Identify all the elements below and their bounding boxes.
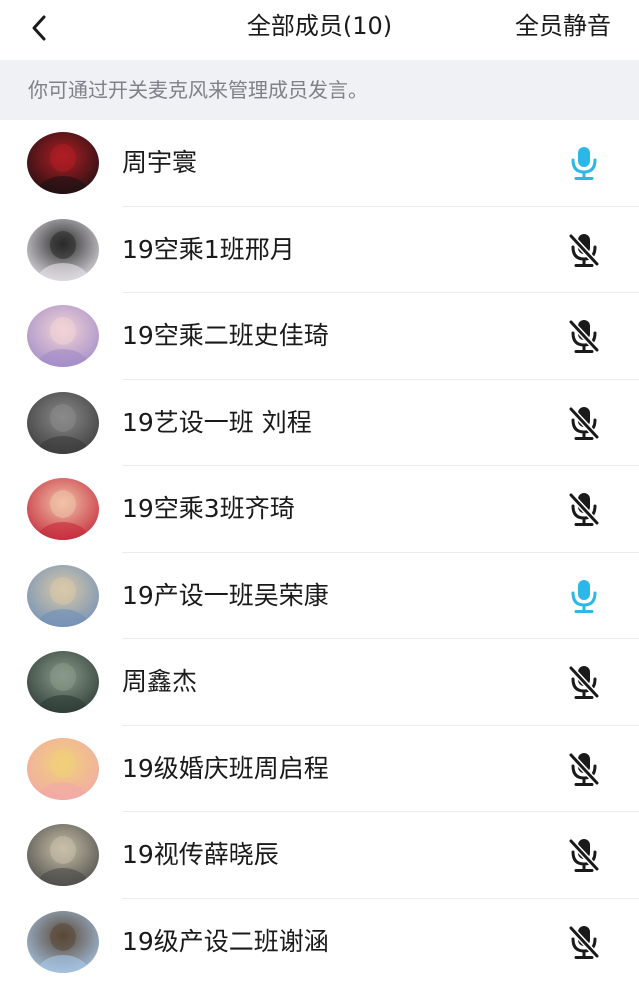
microphone-muted-icon bbox=[567, 924, 601, 960]
member-list: 周宇寰19空乘1班邢月19空乘二班史佳琦19艺设一班 刘程19空乘3班齐琦19产… bbox=[0, 120, 639, 985]
avatar bbox=[27, 305, 99, 367]
avatar-image bbox=[27, 478, 99, 540]
member-row[interactable]: 19视传薛晓辰 bbox=[0, 812, 639, 899]
avatar bbox=[27, 824, 99, 886]
chevron-left-icon bbox=[26, 14, 54, 42]
microphone-muted-icon bbox=[567, 751, 601, 787]
member-name: 19艺设一班 刘程 bbox=[122, 380, 312, 466]
member-row[interactable]: 19空乘1班邢月 bbox=[0, 207, 639, 294]
member-row[interactable]: 19艺设一班 刘程 bbox=[0, 380, 639, 467]
member-row[interactable]: 19空乘3班齐琦 bbox=[0, 466, 639, 553]
avatar-image bbox=[27, 738, 99, 800]
member-row[interactable]: 19级婚庆班周启程 bbox=[0, 726, 639, 813]
avatar-image bbox=[27, 651, 99, 713]
mute-all-button[interactable]: 全员静音 bbox=[515, 6, 611, 46]
mic-off-toggle[interactable] bbox=[560, 659, 608, 705]
member-name: 19空乘1班邢月 bbox=[122, 207, 295, 293]
mic-off-toggle[interactable] bbox=[560, 746, 608, 792]
microphone-muted-icon bbox=[567, 837, 601, 873]
mic-off-toggle[interactable] bbox=[560, 486, 608, 532]
avatar bbox=[27, 565, 99, 627]
member-name: 19级产设二班谢涵 bbox=[122, 899, 329, 985]
mic-off-toggle[interactable] bbox=[560, 919, 608, 965]
microphone-icon bbox=[567, 578, 601, 614]
avatar bbox=[27, 219, 99, 281]
member-row[interactable]: 19空乘二班史佳琦 bbox=[0, 293, 639, 380]
member-name: 19视传薛晓辰 bbox=[122, 812, 279, 898]
microphone-muted-icon bbox=[567, 664, 601, 700]
microphone-muted-icon bbox=[567, 491, 601, 527]
member-name: 周鑫杰 bbox=[122, 639, 197, 725]
microphone-muted-icon bbox=[567, 405, 601, 441]
mic-on-toggle[interactable] bbox=[560, 140, 608, 186]
avatar-image bbox=[27, 565, 99, 627]
top-bar: 全部成员(10) 全员静音 bbox=[0, 0, 639, 60]
member-name: 19产设一班吴荣康 bbox=[122, 553, 329, 639]
avatar-image bbox=[27, 824, 99, 886]
mic-off-toggle[interactable] bbox=[560, 227, 608, 273]
member-name: 19级婚庆班周启程 bbox=[122, 726, 329, 812]
mic-off-toggle[interactable] bbox=[560, 313, 608, 359]
back-button[interactable] bbox=[18, 6, 62, 50]
avatar bbox=[27, 392, 99, 454]
tip-banner: 你可通过开关麦克风来管理成员发言。 bbox=[0, 60, 639, 120]
microphone-muted-icon bbox=[567, 232, 601, 268]
avatar-image bbox=[27, 219, 99, 281]
avatar bbox=[27, 651, 99, 713]
avatar bbox=[27, 911, 99, 973]
member-name: 19空乘3班齐琦 bbox=[122, 466, 295, 552]
member-name: 周宇寰 bbox=[122, 120, 197, 206]
member-row[interactable]: 19产设一班吴荣康 bbox=[0, 553, 639, 640]
mic-off-toggle[interactable] bbox=[560, 400, 608, 446]
microphone-muted-icon bbox=[567, 318, 601, 354]
member-row[interactable]: 周宇寰 bbox=[0, 120, 639, 207]
avatar bbox=[27, 478, 99, 540]
avatar-image bbox=[27, 392, 99, 454]
member-name: 19空乘二班史佳琦 bbox=[122, 293, 329, 379]
avatar bbox=[27, 738, 99, 800]
avatar-image bbox=[27, 132, 99, 194]
member-row[interactable]: 19级产设二班谢涵 bbox=[0, 899, 639, 985]
member-row[interactable]: 周鑫杰 bbox=[0, 639, 639, 726]
microphone-icon bbox=[567, 145, 601, 181]
avatar bbox=[27, 132, 99, 194]
mic-on-toggle[interactable] bbox=[560, 573, 608, 619]
mic-off-toggle[interactable] bbox=[560, 832, 608, 878]
avatar-image bbox=[27, 911, 99, 973]
avatar-image bbox=[27, 305, 99, 367]
